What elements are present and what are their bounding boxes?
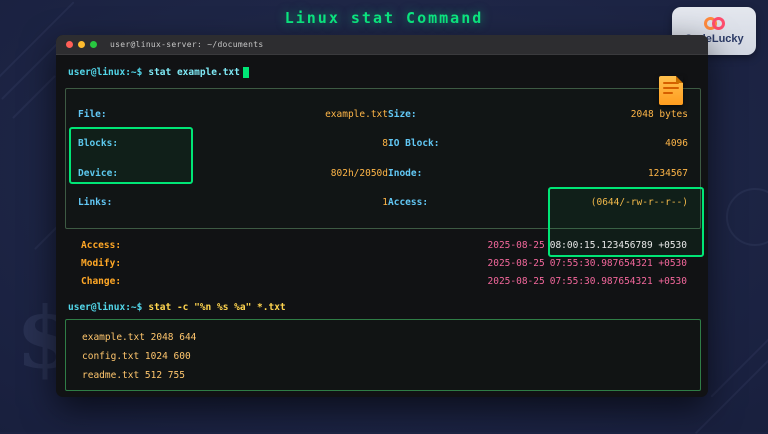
stat-label: Inode: <box>388 168 538 179</box>
close-button[interactable] <box>66 41 73 48</box>
stat-value: 1 <box>208 197 388 208</box>
stat-value: 802h/2050d <box>208 168 388 179</box>
command-2-text: stat -c "%n %s %a" *.txt <box>148 302 285 313</box>
stat-value: 1234567 <box>538 168 688 179</box>
stat-value: example.txt <box>208 109 388 120</box>
stat-label: Size: <box>388 109 538 120</box>
command-line-2: user@linux:~$ stat -c "%n %s %a" *.txt <box>68 302 286 313</box>
diagonal-line-decoration <box>1 42 59 100</box>
time-label: Access: <box>81 240 121 251</box>
terminal-window: user@linux-server: ~/documents user@linu… <box>56 35 708 397</box>
infinity-logo-icon <box>704 17 725 30</box>
file-icon-line <box>663 82 679 84</box>
time-value: 2025-08-25 07:55:30.987654321 +0530 <box>488 276 687 287</box>
stat-label: File: <box>78 109 208 120</box>
minimize-button[interactable] <box>78 41 85 48</box>
time-label: Change: <box>81 276 121 287</box>
file-icon-line <box>663 92 673 94</box>
stat-label: Device: <box>78 168 208 179</box>
stat-value: 8 <box>208 138 388 149</box>
circle-decoration <box>726 188 768 246</box>
canvas: { "page": { "title": "Linux stat Command… <box>0 0 768 432</box>
time-clock: 07:55:30.987654321 +0530 <box>550 258 687 269</box>
stat-value: (0644/-rw-r--r--) <box>538 197 688 208</box>
stat-row: Links: 1 Access: (0644/-rw-r--r--) <box>78 197 688 208</box>
stat-label: Links: <box>78 197 208 208</box>
timestamps-section: Access: 2025-08-25 08:00:15.123456789 +05… <box>65 236 701 290</box>
stat-row: Device: 802h/2050d Inode: 1234567 <box>78 168 688 179</box>
stat-label: IO Block: <box>388 138 538 149</box>
format-output-box: example.txt 2048 644 config.txt 1024 600… <box>65 319 701 391</box>
time-clock: 07:55:30.987654321 +0530 <box>550 276 687 287</box>
output-line: config.txt 1024 600 <box>82 347 700 366</box>
terminal-body: user@linux:~$ stat example.txt File: exam… <box>56 55 708 397</box>
time-date: 2025-08-25 <box>488 258 545 269</box>
infinity-ring-right <box>712 17 725 30</box>
time-date: 2025-08-25 <box>488 276 545 287</box>
stat-label: Blocks: <box>78 138 208 149</box>
time-row-change: Change: 2025-08-25 07:55:30.987654321 +05… <box>65 272 701 290</box>
prompt-label: user@linux:~$ <box>68 302 142 313</box>
output-line: example.txt 2048 644 <box>82 328 700 347</box>
output-line: readme.txt 512 755 <box>82 366 700 385</box>
time-value: 2025-08-25 07:55:30.987654321 +0530 <box>488 258 687 269</box>
time-clock: 08:00:15.123456789 +0530 <box>550 240 687 251</box>
cursor-block <box>243 67 249 78</box>
stat-value: 4096 <box>538 138 688 149</box>
terminal-titlebar: user@linux-server: ~/documents <box>56 35 708 55</box>
file-icon-line <box>663 87 679 89</box>
page-title: Linux stat Command <box>0 9 768 27</box>
file-icon <box>659 76 683 105</box>
titlebar-title: user@linux-server: ~/documents <box>110 40 264 49</box>
stat-value: 2048 bytes <box>538 109 688 120</box>
stat-row: File: example.txt Size: 2048 bytes <box>78 109 688 120</box>
maximize-button[interactable] <box>90 41 97 48</box>
stat-label: Access: <box>388 197 538 208</box>
stat-row: Blocks: 8 IO Block: 4096 <box>78 138 688 149</box>
time-row-modify: Modify: 2025-08-25 07:55:30.987654321 +05… <box>65 254 701 272</box>
stat-output-box: File: example.txt Size: 2048 bytes Block… <box>65 88 701 229</box>
command-line-1: user@linux:~$ stat example.txt <box>68 67 249 78</box>
time-label: Modify: <box>81 258 121 269</box>
time-date: 2025-08-25 <box>488 240 545 251</box>
command-1-text: stat example.txt <box>148 67 240 78</box>
prompt-label: user@linux:~$ <box>68 67 142 78</box>
time-row-access: Access: 2025-08-25 08:00:15.123456789 +05… <box>65 236 701 254</box>
time-value: 2025-08-25 08:00:15.123456789 +0530 <box>488 240 687 251</box>
